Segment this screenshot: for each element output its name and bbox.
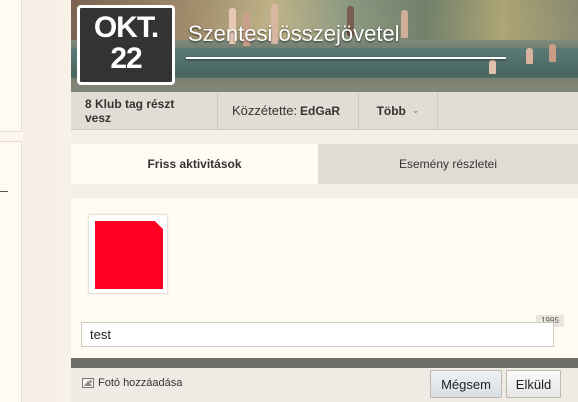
event-cover-photo: OKT. 22 Szentesi összejövetel <box>71 0 578 92</box>
left-sidebar-panel <box>0 0 22 132</box>
avatar <box>88 214 168 294</box>
more-dropdown[interactable]: Több ⌄ <box>359 91 438 130</box>
left-sidebar-panel-lower <box>0 141 22 402</box>
add-photo-label: Fotó hozzáadása <box>98 377 183 389</box>
post-composer: 1995 <box>71 198 578 358</box>
page-gutter <box>23 0 71 402</box>
posted-by: Közzétette: EdGaR <box>218 91 359 130</box>
comment-input[interactable] <box>81 322 554 347</box>
event-day: 22 <box>110 42 142 75</box>
title-underline <box>186 57 506 59</box>
avatar-image <box>95 221 163 289</box>
divider <box>0 191 8 192</box>
event-date-badge: OKT. 22 <box>77 5 175 85</box>
chevron-down-icon: ⌄ <box>411 105 420 115</box>
attendees-count[interactable]: 8 Klub tag részt vesz <box>71 91 218 130</box>
more-label: Több <box>376 103 406 118</box>
event-month: OKT. <box>93 11 159 44</box>
event-page: OKT. 22 Szentesi összejövetel 8 Klub tag… <box>71 0 578 402</box>
event-title: Szentesi összejövetel <box>188 21 400 46</box>
event-tabs: Friss aktivitások Esemény részletei <box>71 144 578 184</box>
tab-recent-activity[interactable]: Friss aktivitások <box>71 144 318 184</box>
composer-divider <box>71 358 578 368</box>
poster-link[interactable]: EdGaR <box>300 104 340 118</box>
posted-by-label: Közzétette: <box>232 103 298 118</box>
cancel-button[interactable]: Mégsem <box>430 370 502 398</box>
composer-actions: Fotó hozzáadása Mégsem Elküld <box>71 368 578 402</box>
add-photo-link[interactable]: Fotó hozzáadása <box>82 377 182 389</box>
send-button[interactable]: Elküld <box>506 370 561 398</box>
tab-event-details[interactable]: Esemény részletei <box>318 144 578 184</box>
event-info-bar: 8 Klub tag részt vesz Közzétette: EdGaR … <box>71 91 578 130</box>
image-icon <box>82 378 94 388</box>
